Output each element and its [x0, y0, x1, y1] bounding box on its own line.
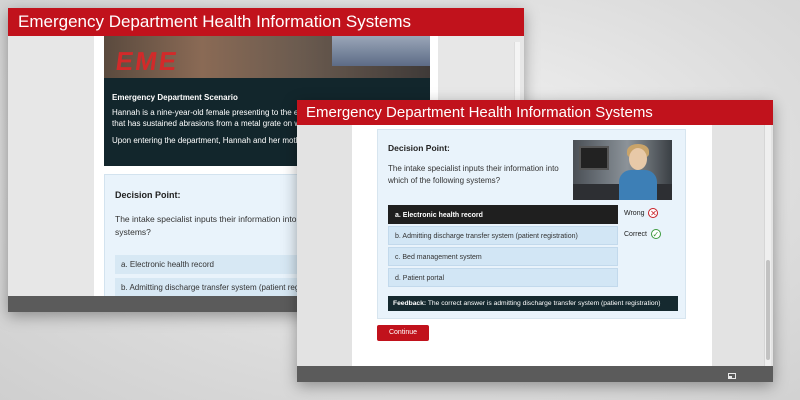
feedback-text: The correct answer is admitting discharg…	[426, 300, 661, 307]
correct-verdict: Correct ✓	[624, 229, 661, 241]
feedback-label: Feedback:	[393, 300, 427, 307]
app-title: Emergency Department Health Information …	[18, 12, 412, 31]
fullscreen-icon[interactable]	[728, 373, 736, 379]
window-bottom-bar	[297, 366, 773, 382]
answer-option-d[interactable]: d. Patient portal	[388, 268, 618, 287]
wrong-verdict: Wrong ✕	[624, 208, 659, 220]
window-title-bar: Emergency Department Health Information …	[297, 100, 773, 125]
continue-button[interactable]: Continue	[377, 325, 429, 341]
window-title-bar: Emergency Department Health Information …	[8, 8, 524, 36]
wrong-x-icon: ✕	[648, 208, 659, 219]
intake-specialist-photo	[573, 140, 672, 200]
decision-question: The intake specialist inputs their infor…	[388, 164, 559, 185]
foreground-window: Emergency Department Health Information …	[297, 100, 773, 382]
answer-option-b[interactable]: b. Admitting discharge transfer system (…	[388, 226, 618, 245]
scrollbar[interactable]	[764, 125, 771, 366]
correct-check-icon: ✓	[650, 229, 661, 240]
hero-image: EME	[104, 36, 430, 78]
hero-person-photo	[332, 36, 430, 66]
scrollbar-thumb[interactable]	[766, 260, 770, 360]
decision-point-title: Decision Point:	[388, 143, 450, 153]
app-title: Emergency Department Health Information …	[306, 104, 653, 121]
lesson-content: Decision Point: The intake specialist in…	[352, 125, 712, 366]
verdict-label: Wrong	[624, 210, 645, 217]
feedback-bar: Feedback: The correct answer is admittin…	[388, 296, 678, 311]
verdict-label: Correct	[624, 231, 647, 238]
decision-point-panel: Decision Point: The intake specialist in…	[377, 129, 686, 319]
answer-option-c[interactable]: c. Bed management system	[388, 247, 618, 266]
answer-option-a[interactable]: a. Electronic health record	[388, 205, 618, 224]
decision-point-title: Decision Point:	[115, 190, 181, 200]
emergency-sign: EME	[113, 46, 181, 76]
